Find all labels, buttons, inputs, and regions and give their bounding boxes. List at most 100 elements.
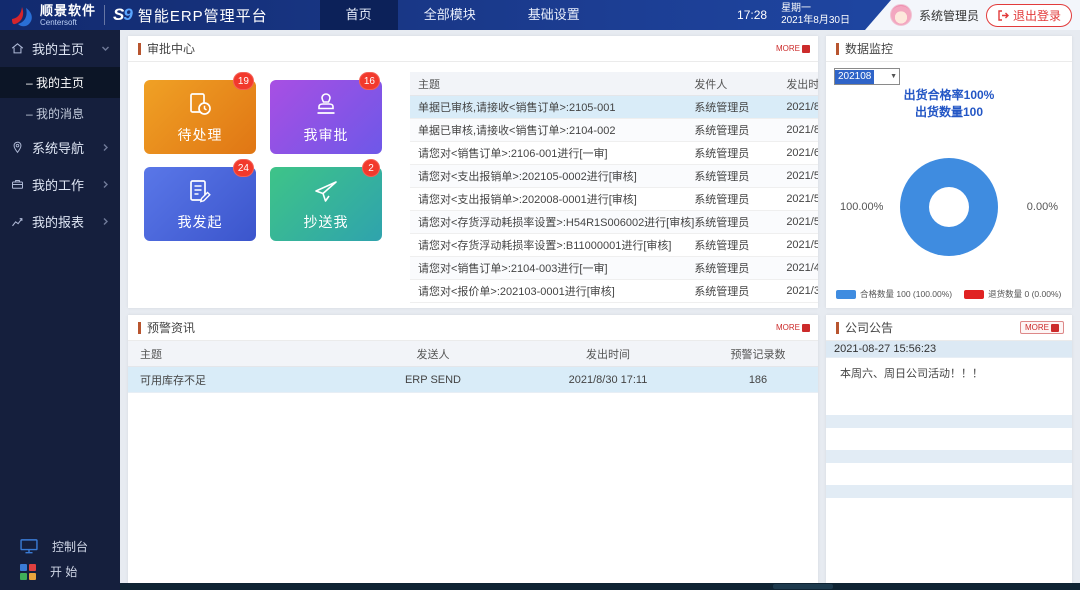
donut-right-label: 0.00% <box>1027 201 1058 213</box>
table-row[interactable]: 请您对<存货浮动耗损率设置>:H54R1S006002进行[审核] 系统管理员 … <box>410 211 818 234</box>
sidebar-item-my-home[interactable]: 我的主页 <box>0 30 120 67</box>
paper-plane-icon <box>311 177 341 207</box>
period-select[interactable]: 202108 ▼ <box>834 68 900 85</box>
announcements-more-link[interactable]: MORE <box>1020 321 1064 334</box>
sidebar-subitem-my-home[interactable]: 我的主页 <box>0 67 120 98</box>
logout-label: 退出登录 <box>1013 7 1061 24</box>
tab-all-modules[interactable]: 全部模块 <box>398 0 502 30</box>
table-row[interactable]: 请您对<支出报销单>:202105-0002进行[审核] 系统管理员 2021/… <box>410 165 818 188</box>
tile-initiated[interactable]: 24 我发起 <box>144 167 256 241</box>
legend-item-return: 退货数量 0 (0.00%) <box>964 288 1061 300</box>
col-count: 预警记录数 <box>698 346 818 362</box>
alerts-title: 预警资讯 <box>147 319 195 336</box>
console-button[interactable]: 控制台 <box>20 538 88 555</box>
chart-legend: 合格数量 100 (100.00%) 退货数量 0 (0.00%) <box>836 288 1068 300</box>
logo-cn-text: 顺景软件 <box>40 4 96 17</box>
monitor-headline: 出货合格率100% 出货数量100 <box>834 87 1064 122</box>
sidebar-subitem-my-messages[interactable]: 我的消息 <box>0 98 120 129</box>
approvals-count-badge: 16 <box>359 72 380 90</box>
tile-cc-me[interactable]: 2 抄送我 <box>270 167 382 241</box>
monitor-title: 数据监控 <box>845 40 893 57</box>
title-accent-bar <box>836 43 839 55</box>
alerts-more-link[interactable]: MORE <box>776 323 810 332</box>
hscroll-thumb[interactable] <box>773 584 833 589</box>
row-time: 2021/6/5 14:58 <box>786 147 818 159</box>
col-sender: 发件人 <box>694 76 786 92</box>
table-row[interactable]: 单据已审核,请接收<销售订单>:2104-002 系统管理员 2021/8/5 … <box>410 119 818 142</box>
main-nav: 首页 全部模块 基础设置 <box>320 0 606 30</box>
table-row[interactable]: 请您对<支出报销单>:202008-0001进行[审核] 系统管理员 2021/… <box>410 188 818 211</box>
tile-label: 待处理 <box>178 125 223 145</box>
sidebar-item-my-work[interactable]: 我的工作 <box>0 166 120 203</box>
row-subject: 请您对<存货浮动耗损率设置>:B11000001进行[审核] <box>410 237 694 253</box>
table-row[interactable]: 请您对<存货浮动耗损率设置>:B11000001进行[审核] 系统管理员 202… <box>410 234 818 257</box>
row-time: 2021/5/22 16:39 <box>786 193 818 205</box>
row-subject: 请您对<存货浮动耗损率设置>:H54R1S006002进行[审核] <box>410 214 694 230</box>
approval-more-link[interactable]: MORE <box>776 44 810 53</box>
briefcase-icon <box>10 177 25 192</box>
clock-time: 17:28 <box>737 8 767 22</box>
period-value: 202108 <box>835 70 874 84</box>
more-icon <box>1051 324 1059 332</box>
donut-chart-area: 100.00% 0.00% <box>834 132 1064 282</box>
tab-basic-settings[interactable]: 基础设置 <box>502 0 606 30</box>
logout-button[interactable]: 退出登录 <box>986 4 1072 27</box>
tile-my-approvals[interactable]: 16 我审批 <box>270 80 382 154</box>
approval-tiles: 19 待处理 16 我审批 <box>144 80 396 303</box>
stamp-icon <box>311 90 341 120</box>
tile-pending[interactable]: 19 待处理 <box>144 80 256 154</box>
more-label: MORE <box>776 44 800 53</box>
doc-edit-icon <box>185 177 215 207</box>
start-button[interactable]: 开 始 <box>20 563 88 580</box>
row-time: 2021/4/23 14:06 <box>786 262 818 274</box>
start-icon <box>20 564 36 580</box>
row-sender: 系统管理员 <box>694 99 786 115</box>
sidebar: 我的主页 我的主页 我的消息 系统导航 我的工作 我的报表 <box>0 30 120 590</box>
table-row[interactable]: 请您对<销售订单>:2104-003进行[一审] 系统管理员 2021/4/23… <box>410 257 818 280</box>
legend-item-pass: 合格数量 100 (100.00%) <box>836 288 952 300</box>
logout-icon <box>997 10 1009 21</box>
sidebar-item-system-nav[interactable]: 系统导航 <box>0 129 120 166</box>
tile-label: 我发起 <box>178 212 223 232</box>
weekday: 星期一 <box>781 3 850 16</box>
announcement-date[interactable]: 2021-08-27 15:56:23 <box>826 341 1072 358</box>
user-avatar[interactable] <box>890 4 912 26</box>
table-row[interactable]: 请您对<销售订单>:2106-001进行[一审] 系统管理员 2021/6/5 … <box>410 142 818 165</box>
col-sender: 发送人 <box>348 346 518 362</box>
logo-en-text: Centersoft <box>40 19 96 27</box>
row-subject: 请您对<报价单>:202103-0001进行[审核] <box>410 283 694 299</box>
cc-count-badge: 2 <box>362 159 380 177</box>
row-count: 186 <box>698 374 818 386</box>
announcements-panel-header: 公司公告 MORE <box>826 315 1072 341</box>
tab-home[interactable]: 首页 <box>320 0 398 30</box>
table-row[interactable]: 请您对<报价单>:202103-0001进行[审核] 系统管理员 2021/3/… <box>410 280 818 303</box>
legend-swatch-red <box>964 290 984 299</box>
col-time: 发出时间 <box>786 76 818 92</box>
row-time: 2021/8/14 11:45 <box>786 101 818 113</box>
donut-left-label: 100.00% <box>840 201 883 213</box>
ship-qty-text: 出货数量100 <box>834 104 1064 121</box>
horizontal-scrollbar[interactable] <box>120 583 1080 590</box>
row-time: 2021/5/22 17:41 <box>786 170 818 182</box>
alerts-panel-header: 预警资讯 MORE <box>128 315 818 341</box>
row-subject: 请您对<销售订单>:2106-001进行[一审] <box>410 145 694 161</box>
approval-title: 审批中心 <box>147 40 195 57</box>
title-accent-bar <box>836 322 839 334</box>
row-time: 2021/5/21 16:13 <box>786 239 818 251</box>
announcements-title: 公司公告 <box>845 319 893 336</box>
user-name: 系统管理员 <box>919 7 979 24</box>
company-logo: 顺景软件 Centersoft <box>0 3 96 27</box>
table-row[interactable]: 单据已审核,请接收<销售订单>:2105-001 系统管理员 2021/8/14… <box>410 96 818 119</box>
row-sender: 系统管理员 <box>694 237 786 253</box>
alerts-panel: 预警资讯 MORE 主题 发送人 发出时间 预警记录数 可用库存不足 ERP S… <box>128 315 818 583</box>
more-label: MORE <box>1025 323 1049 332</box>
legend-text: 退货数量 0 (0.00%) <box>988 288 1061 300</box>
table-row[interactable]: 可用库存不足 ERP SEND 2021/8/30 17:11 186 <box>128 367 818 393</box>
approval-panel-header: 审批中心 MORE <box>128 36 818 62</box>
title-accent-bar <box>138 43 141 55</box>
donut-chart <box>900 158 998 256</box>
sidebar-item-my-reports[interactable]: 我的报表 <box>0 203 120 240</box>
row-time: 2021/8/5 16:38 <box>786 124 818 136</box>
s9-product-mark: S9 <box>113 5 132 25</box>
date: 2021年8月30日 <box>781 15 850 28</box>
